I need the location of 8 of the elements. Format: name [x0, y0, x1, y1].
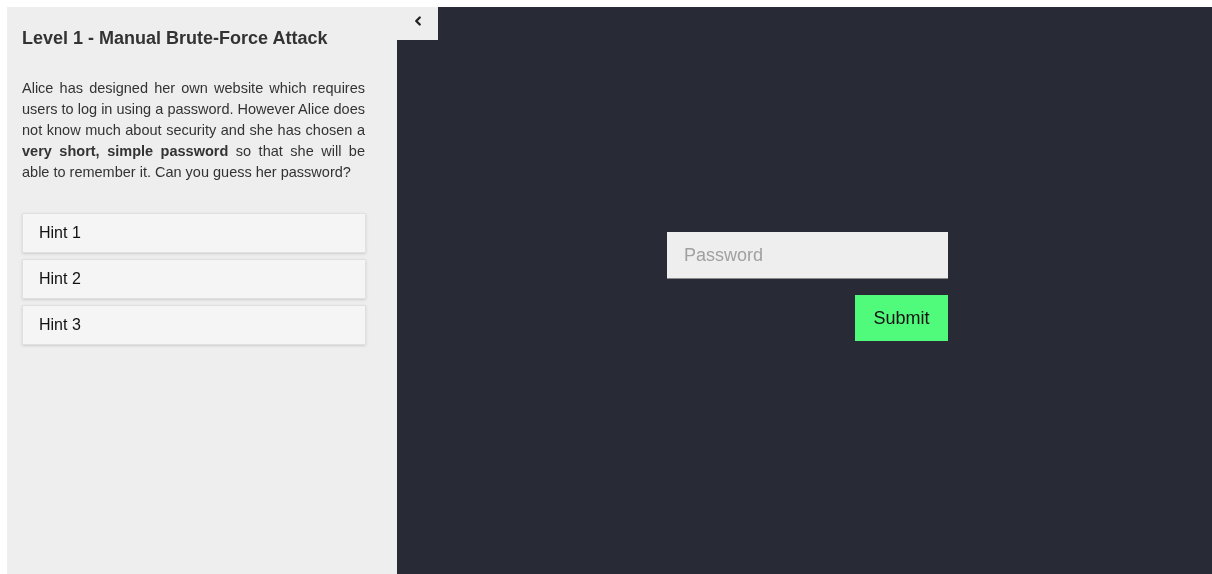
- password-field[interactable]: Password: [667, 232, 948, 279]
- collapse-tab[interactable]: [397, 7, 438, 40]
- submit-button[interactable]: Submit: [855, 295, 948, 341]
- description-paragraph: Alice has designed her own website which requires users to log in using a password. However Alice does not know much about security and she has chosen a very short, simple password so that she will be able to remember it. Can you guess her password?: [22, 79, 365, 182]
- hint-panel[interactable]: Hint 3: [22, 305, 366, 345]
- level-title: Level 1 - Manual Brute-Force Attack: [22, 27, 329, 50]
- hint-panel[interactable]: Hint 2: [22, 259, 366, 299]
- hint-panel[interactable]: Hint 1: [22, 213, 366, 253]
